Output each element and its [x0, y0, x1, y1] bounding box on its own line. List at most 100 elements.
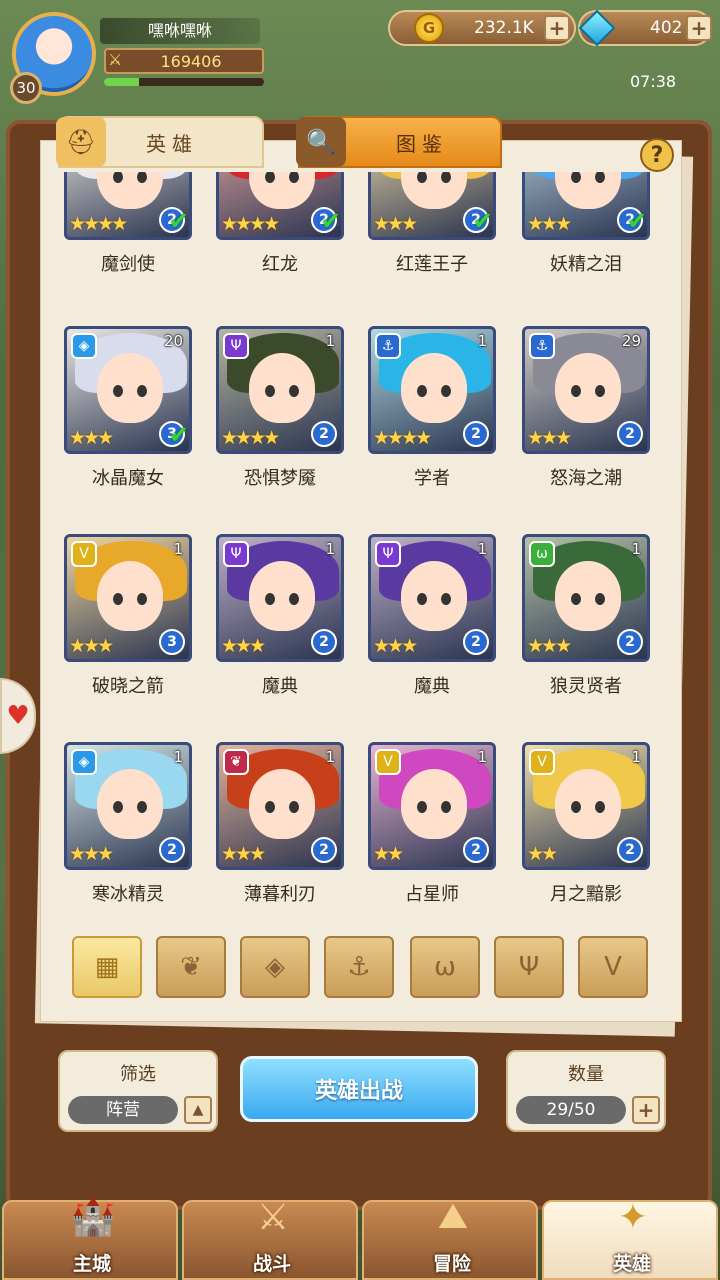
- hero-eye: [113, 593, 123, 605]
- hero-card[interactable]: ★★★★ 2 ✔: [216, 172, 344, 240]
- hero-stars: ★★★: [373, 635, 418, 657]
- grid-icon: ▦: [94, 952, 120, 982]
- nav-hero-crest[interactable]: ✦ 英雄: [542, 1197, 718, 1280]
- hero-name: 红莲王子: [396, 254, 468, 275]
- nav-map[interactable]: ⛰ 冒险: [362, 1196, 538, 1280]
- nav-castle[interactable]: 🏰 主城: [2, 1197, 178, 1280]
- hero-eye: [595, 801, 605, 813]
- hero-card[interactable]: ★★★★ 2 ✔: [64, 172, 192, 240]
- hero-card[interactable]: V 1 ★★★ 3: [64, 534, 192, 662]
- hero-shard-count: 1: [173, 540, 183, 558]
- power-value: 169406: [160, 52, 222, 71]
- filter-anchor-button[interactable]: ⚓: [324, 936, 394, 998]
- hero-portrait-face: [401, 561, 467, 631]
- deployed-check-icon: ✔: [626, 207, 647, 235]
- hero-eye: [289, 385, 299, 397]
- hero-rank-badge: 2: [311, 837, 337, 863]
- wing-icon: Ψ: [518, 952, 540, 982]
- hero-portrait-face: [97, 353, 163, 423]
- hero-shard-count: 1: [173, 748, 183, 766]
- hero-card[interactable]: V 1 ★★ 2: [522, 742, 650, 870]
- hero-portrait-face: [401, 353, 467, 423]
- hero-stars: ★★★: [69, 635, 114, 657]
- hero-card[interactable]: Ψ 1 ★★★ 2: [368, 534, 496, 662]
- hero-shard-count: 1: [325, 540, 335, 558]
- hero-card[interactable]: V 1 ★★ 2: [368, 742, 496, 870]
- heart-icon: ♥: [6, 701, 30, 731]
- filter-flame-button[interactable]: ❦: [156, 936, 226, 998]
- tab-heroes[interactable]: ⛑ 英雄: [56, 116, 264, 168]
- swords-icon: ⚔: [256, 1196, 290, 1238]
- help-button[interactable]: ?: [640, 138, 674, 172]
- hero-card[interactable]: ◈ 1 ★★★ 2: [64, 742, 192, 870]
- hero-portrait-face: [249, 172, 315, 209]
- hero-eye: [137, 385, 147, 397]
- hero-stars: ★★★: [221, 843, 266, 865]
- hero-eye: [417, 385, 427, 397]
- hero-eye: [137, 801, 147, 813]
- deploy-heroes-button[interactable]: 英雄出战: [240, 1056, 478, 1122]
- hero-stars: ★★: [527, 843, 558, 865]
- hero-card[interactable]: ★★★ 2 ✔: [522, 172, 650, 240]
- hero-portrait-face: [97, 561, 163, 631]
- hero-card[interactable]: ★★★ 2 ✔: [368, 172, 496, 240]
- hero-name: 怒海之潮: [550, 468, 622, 489]
- hero-stars: ★★★: [69, 427, 114, 449]
- faction-icon: V: [529, 749, 555, 775]
- flame-icon: ❦: [180, 952, 202, 982]
- filter-diamond-button[interactable]: ◈: [240, 936, 310, 998]
- filter-chevron-button[interactable]: V: [578, 936, 648, 998]
- hero-card[interactable]: ❦ 1 ★★★ 2: [216, 742, 344, 870]
- hero-card[interactable]: ⚓ 1 ★★★★ 2: [368, 326, 496, 454]
- hero-stars: ★★★: [69, 843, 114, 865]
- hero-eye: [265, 593, 275, 605]
- hero-card[interactable]: Ψ 1 ★★★ 2: [216, 534, 344, 662]
- hero-name: 恐惧梦魇: [244, 468, 316, 489]
- hero-shard-count: 20: [163, 332, 183, 350]
- hero-portrait-face: [401, 172, 467, 209]
- beast-icon: ω: [434, 952, 456, 982]
- hero-stars: ★★★: [221, 635, 266, 657]
- faction-icon: ❦: [223, 749, 249, 775]
- xp-bar-fill: [104, 78, 140, 86]
- hero-card[interactable]: ◈ 20 ★★★ 3 ✔: [64, 326, 192, 454]
- swords-icon: ⚔: [108, 50, 123, 69]
- hero-name: 妖精之泪: [550, 254, 622, 275]
- filter-toggle-button[interactable]: ▲: [184, 1096, 212, 1124]
- hero-shard-count: 1: [631, 540, 641, 558]
- player-name: 嘿咻嘿咻: [100, 18, 260, 44]
- tab-heroes-label: 英雄: [146, 131, 198, 156]
- hero-stars: ★★★: [527, 213, 572, 235]
- hero-name: 魔典: [414, 676, 450, 697]
- hero-stars: ★★★: [527, 635, 572, 657]
- hero-card[interactable]: ⚓ 29 ★★★ 2: [522, 326, 650, 454]
- gem-icon: [578, 9, 616, 47]
- hero-eye: [265, 385, 275, 397]
- hero-eye: [571, 801, 581, 813]
- hero-stars: ★★: [373, 843, 404, 865]
- filter-wing-button[interactable]: Ψ: [494, 936, 564, 998]
- hero-portrait-face: [555, 561, 621, 631]
- hero-name: 月之黯影: [550, 884, 622, 905]
- filter-beast-button[interactable]: ω: [410, 936, 480, 998]
- count-title: 数量: [568, 1064, 604, 1085]
- expand-slots-button[interactable]: +: [632, 1096, 660, 1124]
- add-gems-button[interactable]: +: [686, 15, 712, 41]
- tab-codex[interactable]: 🔍 图鉴: [296, 116, 502, 168]
- hero-rank-badge: 2: [617, 421, 643, 447]
- add-gold-button[interactable]: +: [544, 15, 570, 41]
- faction-icon: Ψ: [223, 541, 249, 567]
- hero-stars: ★★★★: [373, 427, 432, 449]
- deployed-check-icon: ✔: [168, 421, 189, 449]
- hero-portrait-face: [555, 769, 621, 839]
- gold-coin-icon: G: [414, 13, 444, 43]
- hero-shard-count: 29: [621, 332, 641, 350]
- hero-eye: [571, 385, 581, 397]
- nav-swords[interactable]: ⚔ 战斗: [182, 1197, 358, 1280]
- nav-label: 战斗: [252, 1253, 291, 1275]
- hero-card[interactable]: Ψ 1 ★★★★ 2: [216, 326, 344, 454]
- hero-eye: [289, 801, 299, 813]
- hero-card[interactable]: ω 1 ★★★ 2: [522, 534, 650, 662]
- hero-rank-badge: 2: [311, 629, 337, 655]
- filter-grid-button[interactable]: ▦: [72, 936, 142, 998]
